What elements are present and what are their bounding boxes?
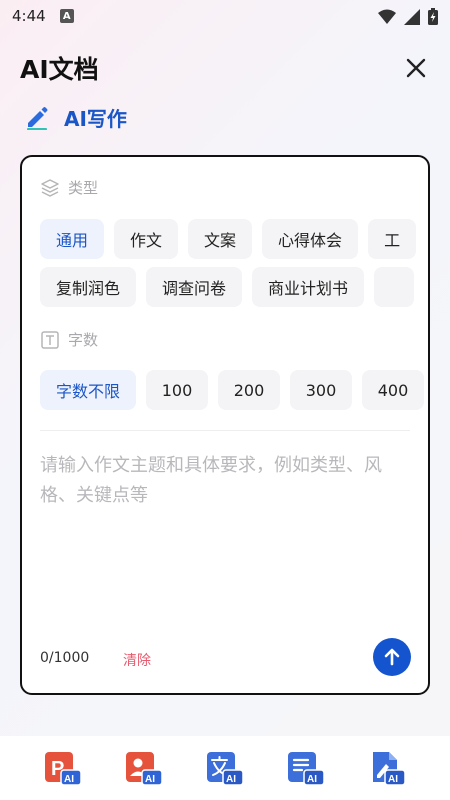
words-section-label: 字数 — [40, 329, 98, 350]
divider — [40, 430, 410, 431]
clear-button[interactable]: 清除 — [123, 650, 151, 670]
words-label: 字数 — [68, 331, 99, 349]
writing-card: 类型 通用 作文 文案 心得体会 工 复制润色 调查问卷 商业计划书 字数 字数… — [20, 155, 430, 695]
words-chip-400[interactable]: 400 — [362, 370, 425, 410]
wifi-icon — [378, 9, 396, 24]
type-chip-more[interactable]: 工 — [368, 219, 417, 259]
layers-icon — [41, 178, 59, 197]
svg-text:AI: AI — [307, 774, 317, 785]
document-ai-icon: AI — [288, 752, 325, 786]
svg-text:AI: AI — [226, 774, 236, 785]
pencil-icon — [27, 107, 48, 130]
words-options-row: 字数不限 100 200 300 400 — [40, 370, 425, 410]
words-chip-unlimited[interactable]: 字数不限 — [40, 370, 137, 410]
type-options-row-2: 复制润色 调查问卷 商业计划书 — [40, 267, 415, 307]
ppt-ai-icon: P AI — [44, 752, 82, 786]
type-chip-more[interactable] — [374, 267, 415, 307]
notification-icon: A — [59, 9, 74, 23]
status-bar: 4:44 A — [0, 0, 450, 32]
send-button[interactable] — [373, 638, 411, 676]
status-icons — [378, 8, 438, 25]
type-chip-reflection[interactable]: 心得体会 — [262, 219, 359, 259]
header: AI文档 — [20, 50, 430, 86]
document-ai-tool[interactable]: AI — [288, 750, 325, 786]
type-section-label: 类型 — [40, 177, 98, 198]
type-options-row-1: 通用 作文 文案 心得体会 工 — [40, 219, 417, 259]
resume-ai-icon: AI — [125, 752, 163, 786]
type-chip-general[interactable]: 通用 — [40, 219, 105, 259]
words-chip-200[interactable]: 200 — [218, 370, 281, 410]
type-label: 类型 — [68, 179, 99, 197]
text-size-icon — [41, 330, 59, 349]
type-chip-survey[interactable]: 调查问卷 — [146, 267, 243, 307]
battery-icon — [428, 8, 438, 25]
type-chip-business-plan[interactable]: 商业计划书 — [252, 267, 365, 307]
translate-ai-icon: AI — [206, 752, 244, 786]
status-time: 4:44 — [12, 7, 46, 25]
type-chip-polish[interactable]: 复制润色 — [40, 267, 137, 307]
write-ai-icon: AI — [373, 752, 407, 786]
section-heading: AI写作 — [24, 102, 127, 132]
tool-bar: P AI AI AI AI AI — [0, 736, 450, 800]
section-title: AI写作 — [64, 106, 127, 131]
type-chip-copywriting[interactable]: 文案 — [188, 219, 253, 259]
close-button[interactable] — [402, 54, 430, 82]
ppt-ai-tool[interactable]: P AI — [44, 750, 82, 786]
write-ai-tool[interactable]: AI — [369, 750, 407, 786]
close-icon — [406, 58, 426, 78]
page-title: AI文档 — [20, 55, 99, 84]
signal-icon — [404, 8, 420, 25]
resume-ai-tool[interactable]: AI — [125, 750, 163, 786]
type-chip-essay[interactable]: 作文 — [114, 219, 179, 259]
words-chip-300[interactable]: 300 — [290, 370, 353, 410]
arrow-up-icon — [384, 648, 400, 666]
svg-text:AI: AI — [145, 774, 155, 785]
prompt-input[interactable]: 请输入作文主题和具体要求，例如类型、风格、关键点等 — [40, 451, 406, 511]
svg-text:AI: AI — [388, 774, 398, 785]
svg-text:AI: AI — [64, 774, 74, 785]
character-counter: 0/1000 — [40, 650, 90, 666]
translate-ai-tool[interactable]: AI — [206, 750, 244, 786]
words-chip-100[interactable]: 100 — [146, 370, 209, 410]
